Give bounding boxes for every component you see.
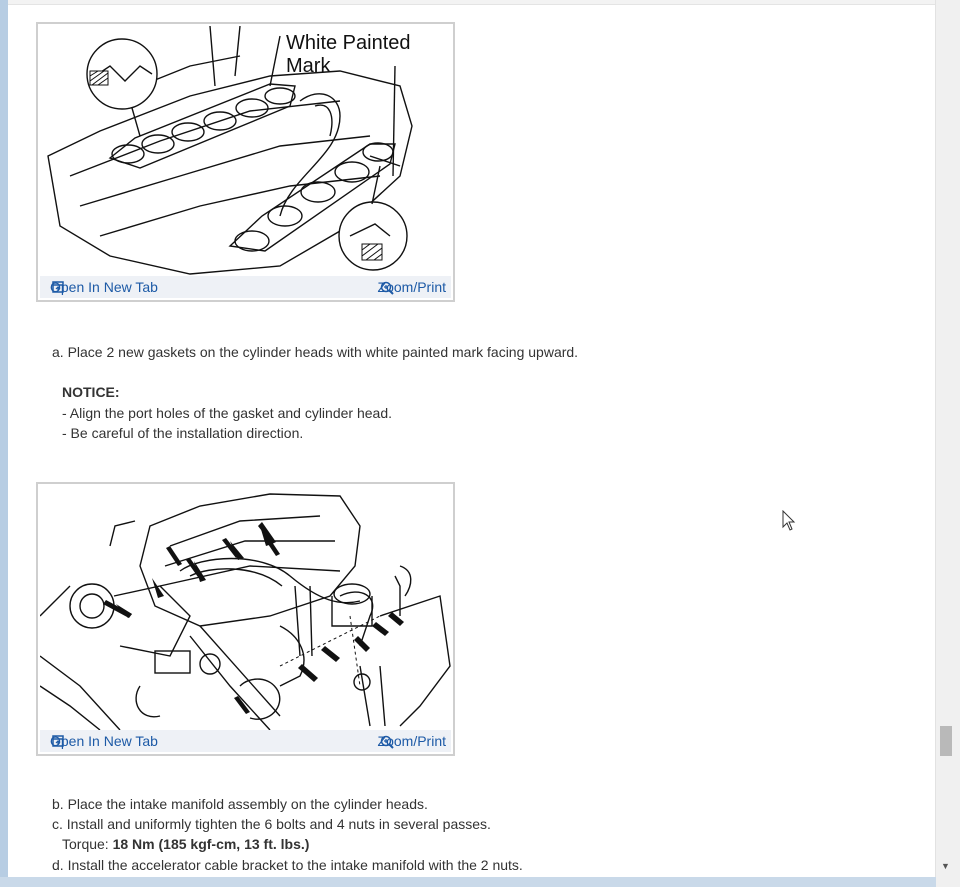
figure-gasket-diagram: White Painted Mark Open In New Tab Zoom/… <box>36 22 455 302</box>
notice-title: NOTICE: <box>62 384 120 400</box>
open-in-new-tab-button[interactable]: Open In New Tab <box>50 733 158 749</box>
torque-value: 18 Nm (185 kgf-cm, 13 ft. lbs.) <box>112 836 310 852</box>
window-edge <box>0 0 8 887</box>
figure-toolbar: Open In New Tab Zoom/Print <box>40 276 451 298</box>
zoom-print-button[interactable]: Zoom/Print <box>378 733 446 749</box>
scrollbar-thumb[interactable] <box>940 726 952 756</box>
torque-label: Torque: <box>62 836 113 852</box>
intake-manifold-illustration <box>40 493 451 730</box>
notice-item: - Align the port holes of the gasket and… <box>62 405 392 421</box>
open-in-new-tab-label: Open In New Tab <box>50 733 158 749</box>
step-c-text: c. Install and uniformly tighten the 6 b… <box>52 816 491 832</box>
open-in-new-tab-label: Open In New Tab <box>50 279 158 295</box>
figure-intake-manifold-diagram: Open In New Tab Zoom/Print <box>36 482 455 756</box>
white-painted-label-line1: White Painted <box>286 32 411 54</box>
vertical-scrollbar[interactable]: ▼ <box>935 0 960 887</box>
step-b-text: b. Place the intake manifold assembly on… <box>52 796 428 812</box>
open-new-tab-icon <box>52 735 64 747</box>
mouse-pointer-icon <box>782 510 796 531</box>
zoom-print-button[interactable]: Zoom/Print <box>378 279 446 295</box>
step-d-text: d. Install the accelerator cable bracket… <box>52 857 523 873</box>
white-painted-label-line2: Mark <box>286 55 331 77</box>
gasket-illustration: White Painted Mark <box>47 26 413 275</box>
document-content: White Painted Mark Open In New Tab Zoom/… <box>8 0 937 877</box>
torque-line: Torque: 18 Nm (185 kgf-cm, 13 ft. lbs.) <box>62 836 309 852</box>
window-bottom-edge <box>0 877 936 887</box>
open-in-new-tab-button[interactable]: Open In New Tab <box>50 279 158 295</box>
zoom-icon <box>380 735 394 749</box>
figure-toolbar: Open In New Tab Zoom/Print <box>40 730 451 752</box>
scroll-down-arrow-icon[interactable]: ▼ <box>941 861 950 871</box>
notice-item: - Be careful of the installation directi… <box>62 425 304 441</box>
zoom-icon <box>380 281 394 295</box>
top-divider <box>8 0 936 5</box>
step-a-text: a. Place 2 new gaskets on the cylinder h… <box>52 344 579 360</box>
open-new-tab-icon <box>52 281 64 293</box>
